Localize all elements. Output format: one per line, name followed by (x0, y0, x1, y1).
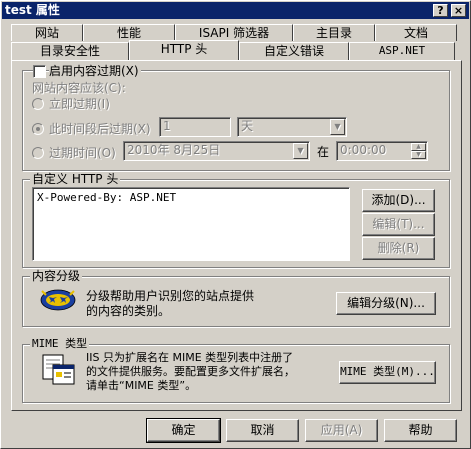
tab-website[interactable]: 网站 (11, 24, 83, 41)
content-rating-label: 内容分级 (30, 269, 83, 283)
expiration-section-label: 网站内容应该(C): (32, 81, 126, 95)
apply-button[interactable]: 应用(A) (305, 419, 378, 442)
spin-down-icon[interactable]: ▼ (411, 151, 426, 159)
help-button[interactable]: 帮助 (384, 419, 457, 442)
tab-directory-security[interactable]: 目录安全性 (11, 42, 129, 60)
expire-on-label: 过期时间(O) (49, 146, 116, 160)
expire-on-date-value: 2010年 8月25日 (127, 143, 221, 157)
properties-dialog: test 属性 ? × 网站 性能 ISAPI 筛选器 主目录 文档 目录安全性… (0, 0, 471, 449)
edit-header-button[interactable]: 编辑(T)... (362, 213, 435, 236)
close-title-button[interactable]: × (451, 4, 466, 17)
expire-after-value-input[interactable]: 1 (159, 117, 231, 137)
chevron-down-icon[interactable]: ▼ (330, 119, 345, 135)
chevron-down-icon[interactable]: ▼ (293, 143, 308, 159)
expire-after-label: 此时间段后过期(X) (49, 122, 151, 136)
tab-performance[interactable]: 性能 (83, 24, 175, 41)
expire-on-time-value: 0:00:00 (340, 143, 387, 157)
rating-stars-icon (40, 287, 76, 313)
tab-custom-errors[interactable]: 自定义错误 (239, 42, 349, 60)
mime-types-label: MIME 类型 (30, 337, 90, 351)
ok-button[interactable]: 确定 (146, 418, 221, 443)
edit-ratings-button[interactable]: 编辑分级(N)... (336, 292, 436, 315)
tab-documents[interactable]: 文档 (375, 24, 457, 41)
expire-after-radio[interactable] (32, 123, 44, 135)
tab-isapi-filters[interactable]: ISAPI 筛选器 (175, 24, 293, 41)
tab-home-directory[interactable]: 主目录 (293, 24, 375, 41)
expire-after-unit-value: 天 (241, 119, 254, 133)
at-label: 在 (317, 145, 330, 159)
expire-on-radio[interactable] (32, 147, 44, 159)
mime-types-button[interactable]: MIME 类型(M)... (339, 361, 436, 384)
expire-on-date-picker[interactable]: 2010年 8月25日 ▼ (123, 141, 310, 161)
enable-expiration-checkbox[interactable] (33, 65, 46, 78)
window-title: test 属性 (5, 3, 60, 17)
expire-on-time-input[interactable]: 0:00:00 ▲ ▼ (336, 141, 428, 161)
custom-headers-label: 自定义 HTTP 头 (30, 172, 121, 186)
tab-aspnet[interactable]: ASP.NET (349, 42, 455, 60)
mime-types-description: IIS 只为扩展名在 MIME 类型列表中注册了的文件提供服务。要配置更多文件扩… (86, 351, 295, 392)
document-window-icon (42, 354, 76, 386)
expire-after-unit-select[interactable]: 天 ▼ (237, 117, 347, 137)
spin-up-icon[interactable]: ▲ (411, 143, 426, 151)
title-bar: test 属性 ? × (2, 2, 469, 19)
help-title-button[interactable]: ? (433, 4, 448, 17)
content-rating-description: 分级帮助用户识别您的站点提供的内容的类别。 (86, 289, 255, 318)
tab-http-headers[interactable]: HTTP 头 (129, 40, 239, 60)
cancel-button[interactable]: 取消 (226, 419, 299, 442)
custom-headers-list[interactable]: X-Powered-By: ASP.NET (32, 187, 350, 261)
enable-expiration-label: 启用内容过期(X) (49, 64, 141, 78)
delete-header-button[interactable]: 删除(R) (362, 237, 435, 260)
add-header-button[interactable]: 添加(D)... (362, 189, 435, 212)
expire-immediately-radio[interactable] (32, 98, 44, 110)
expire-immediately-label: 立即过期(I) (49, 97, 110, 111)
http-headers-panel: 启用内容过期(X) 网站内容应该(C): 立即过期(I) 此时间段后过期(X) … (11, 60, 462, 411)
header-list-item[interactable]: X-Powered-By: ASP.NET (37, 191, 345, 204)
